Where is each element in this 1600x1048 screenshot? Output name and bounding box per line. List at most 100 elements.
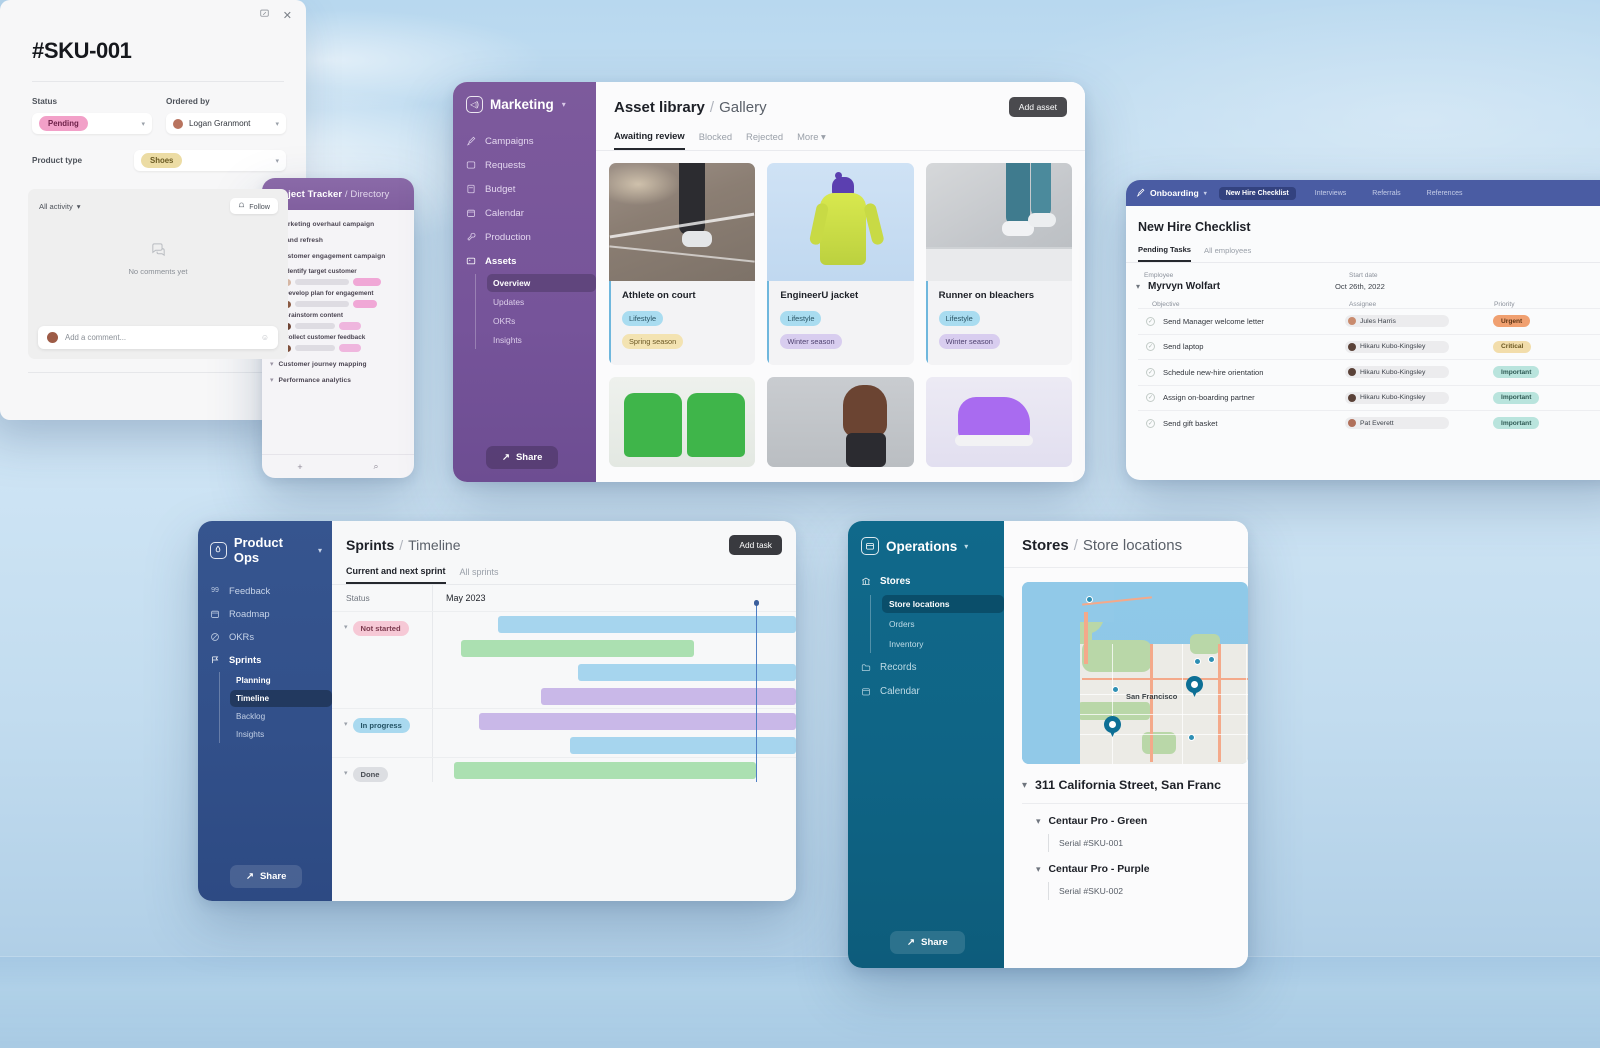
- asset-card[interactable]: [925, 377, 1072, 467]
- product-type-select[interactable]: Shoes ▾: [134, 150, 286, 171]
- sidebar-item-budget[interactable]: Budget: [453, 177, 596, 201]
- sidebar-subitem-okrs[interactable]: OKRs: [487, 312, 596, 330]
- follow-button[interactable]: Follow: [230, 198, 278, 214]
- sidebar-subitem-insights[interactable]: Insights: [230, 726, 332, 743]
- marketing-brand[interactable]: ◁) Marketing ▾: [453, 82, 596, 129]
- table-row[interactable]: ✓ Assign on-boarding partner Hikaru Kubo…: [1138, 384, 1600, 411]
- sidebar-subitem-orders[interactable]: Orders: [882, 615, 1004, 633]
- sidebar-item-requests[interactable]: Requests: [453, 153, 596, 177]
- tab-referrals[interactable]: Referrals: [1365, 187, 1407, 200]
- sidebar-subitem-overview[interactable]: Overview: [487, 274, 596, 292]
- employee-row[interactable]: ▾ Myrvyn Wolfart Oct 26th, 2022: [1126, 279, 1600, 301]
- gantt-bar[interactable]: [461, 640, 695, 657]
- share-button[interactable]: ↗ Share: [486, 446, 559, 469]
- tab-references[interactable]: References: [1420, 187, 1470, 200]
- tracker-task[interactable]: Develop plan for engagement: [284, 286, 406, 308]
- subtab-pending-tasks[interactable]: Pending Tasks: [1138, 245, 1192, 262]
- asset-card[interactable]: Runner on bleachers Lifestyle Winter sea…: [925, 163, 1072, 365]
- gantt-bar[interactable]: [497, 616, 796, 633]
- tab-awaiting-review[interactable]: Awaiting review: [614, 130, 685, 150]
- add-icon[interactable]: +: [297, 462, 302, 472]
- table-row[interactable]: ✓ Send gift basket Pat Everett Important: [1138, 410, 1600, 436]
- sidebar-subitem-timeline[interactable]: Timeline: [230, 690, 332, 707]
- sidebar-subitem-planning[interactable]: Planning: [230, 672, 332, 689]
- sidebar-item-calendar[interactable]: Calendar: [453, 201, 596, 225]
- sidebar-subitem-store-locations[interactable]: Store locations: [882, 595, 1004, 613]
- gantt-group-label[interactable]: ▾ Not started: [332, 612, 432, 708]
- store-location-row[interactable]: ▾ 311 California Street, San Franc: [1004, 764, 1248, 792]
- checkbox[interactable]: ✓: [1146, 393, 1155, 403]
- assignee-chip[interactable]: Hikaru Kubo-Kingsley: [1345, 366, 1449, 379]
- emoji-icon[interactable]: ☺: [261, 333, 269, 342]
- sidebar-subitem-insights[interactable]: Insights: [487, 331, 596, 349]
- table-row[interactable]: ✓ Schedule new-hire orientation Hikaru K…: [1138, 359, 1600, 385]
- assignee-chip[interactable]: Pat Everett: [1345, 417, 1449, 430]
- sidebar-item-campaigns[interactable]: Campaigns: [453, 129, 596, 153]
- onboarding-brand[interactable]: Onboarding ▾: [1136, 188, 1207, 199]
- checkbox[interactable]: ✓: [1146, 342, 1155, 352]
- asset-card[interactable]: Athlete on court Lifestyle Spring season: [609, 163, 756, 365]
- assignee-chip[interactable]: Jules Harris: [1345, 315, 1449, 328]
- sidebar-item-sprints[interactable]: Sprints: [198, 648, 332, 671]
- tracker-task[interactable]: Collect customer feedback: [284, 330, 406, 352]
- close-icon[interactable]: ✕: [283, 9, 292, 22]
- tracker-group[interactable]: ▾ Customer engagement campaign: [270, 248, 406, 264]
- sidebar-item-calendar[interactable]: Calendar: [848, 679, 1004, 703]
- tracker-task[interactable]: Brainstorm content: [284, 308, 406, 330]
- tracker-task[interactable]: Identify target customer: [284, 264, 406, 286]
- gantt-group-label[interactable]: ▾ Done: [332, 758, 432, 782]
- product-serial[interactable]: Serial #SKU-002: [1048, 882, 1248, 900]
- add-asset-button[interactable]: Add asset: [1008, 97, 1067, 117]
- gantt-bar[interactable]: [453, 762, 756, 779]
- store-map[interactable]: San Francisco: [1022, 582, 1248, 764]
- tab-all-sprints[interactable]: All sprints: [460, 567, 499, 583]
- tab-blocked[interactable]: Blocked: [699, 131, 732, 149]
- sidebar-item-assets[interactable]: Assets: [453, 249, 596, 273]
- asset-card[interactable]: [609, 377, 756, 467]
- checkbox[interactable]: ✓: [1146, 418, 1155, 428]
- ordered-by-select[interactable]: Logan Granmont ▾: [166, 113, 286, 134]
- gantt-bar[interactable]: [479, 713, 796, 730]
- tab-more[interactable]: More ▾: [797, 131, 826, 150]
- checkbox[interactable]: ✓: [1146, 316, 1155, 326]
- product-serial[interactable]: Serial #SKU-001: [1048, 834, 1248, 852]
- tracker-group[interactable]: ▾ Performance analytics: [270, 372, 406, 388]
- share-button[interactable]: ↗ Share: [890, 931, 965, 954]
- sidebar-subitem-inventory[interactable]: Inventory: [882, 635, 1004, 653]
- gantt-bar[interactable]: [570, 737, 796, 754]
- product-ops-brand[interactable]: Product Ops ▾: [198, 521, 332, 579]
- sidebar-item-roadmap[interactable]: Roadmap: [198, 602, 332, 625]
- tab-rejected[interactable]: Rejected: [746, 131, 783, 149]
- gantt-group-label[interactable]: ▾ In progress: [332, 709, 432, 757]
- sidebar-item-records[interactable]: Records: [848, 655, 1004, 679]
- map-pin[interactable]: [1186, 676, 1203, 698]
- status-select[interactable]: Pending ▾: [32, 113, 152, 134]
- tab-interviews[interactable]: Interviews: [1308, 187, 1354, 200]
- tracker-group[interactable]: ▾ Customer journey mapping: [270, 356, 406, 372]
- table-row[interactable]: ✓ Send Manager welcome letter Jules Harr…: [1138, 308, 1600, 334]
- tab-current-and-next-sprint[interactable]: Current and next sprint: [346, 566, 446, 584]
- sidebar-subitem-updates[interactable]: Updates: [487, 293, 596, 311]
- product-row[interactable]: ▾ Centaur Pro - Purple: [1004, 852, 1248, 875]
- sidebar-item-feedback[interactable]: 99 Feedback: [198, 579, 332, 602]
- share-button[interactable]: ↗ Share: [230, 865, 303, 888]
- asset-card[interactable]: [767, 377, 914, 467]
- search-icon[interactable]: ⌕: [374, 461, 379, 472]
- product-row[interactable]: ▾ Centaur Pro - Green: [1004, 804, 1248, 827]
- operations-brand[interactable]: Operations ▾: [848, 521, 1004, 569]
- map-pin[interactable]: [1104, 716, 1121, 738]
- checkbox[interactable]: ✓: [1146, 367, 1155, 377]
- tab-new-hire-checklist[interactable]: New Hire Checklist: [1218, 186, 1296, 200]
- gantt-bar[interactable]: [541, 688, 796, 705]
- sidebar-item-stores[interactable]: Stores: [848, 569, 1004, 593]
- sidebar-subitem-backlog[interactable]: Backlog: [230, 708, 332, 725]
- tracker-group[interactable]: ▾ Brand refresh: [270, 232, 406, 248]
- sidebar-item-okrs[interactable]: OKRs: [198, 625, 332, 648]
- gantt-bar[interactable]: [577, 664, 796, 681]
- activity-filter-select[interactable]: All activity ▾: [39, 202, 81, 211]
- expand-icon[interactable]: [259, 8, 270, 22]
- sidebar-item-production[interactable]: Production: [453, 225, 596, 249]
- assignee-chip[interactable]: Hikaru Kubo-Kingsley: [1345, 340, 1449, 353]
- add-comment-input[interactable]: Add a comment... ☺: [38, 326, 278, 349]
- tracker-group[interactable]: ▾ Marketing overhaul campaign: [270, 216, 406, 232]
